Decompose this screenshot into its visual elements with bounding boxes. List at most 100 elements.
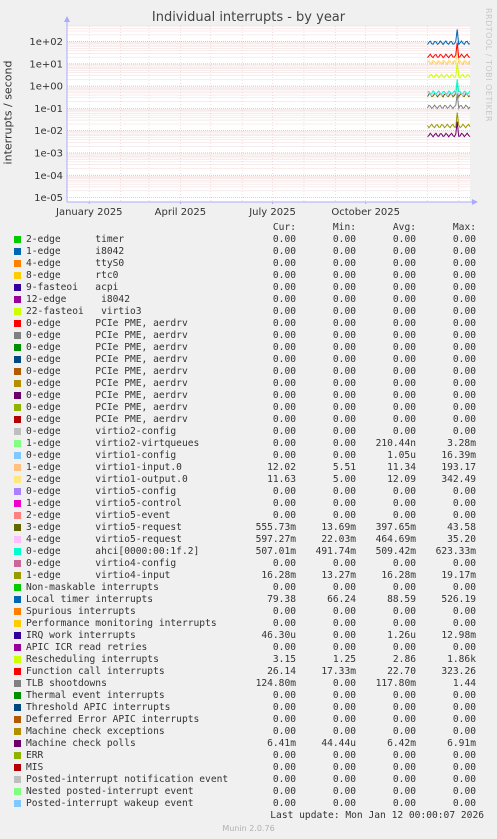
legend-row: ERR 0.00 0.00 0.00 0.00 — [0, 750, 497, 762]
legend-label: 22-fasteoi virtio3 — [26, 306, 142, 317]
legend-swatch — [14, 644, 21, 651]
legend-label: Thermal event interrupts — [26, 690, 165, 701]
legend-value-cur: 0.00 — [272, 702, 296, 713]
legend-label: 0-edge PCIe PME, aerdrv — [26, 330, 188, 341]
legend-swatch — [14, 476, 21, 483]
legend-swatch — [14, 620, 21, 627]
legend-swatch — [14, 548, 21, 555]
legend-value-avg: 0.00 — [392, 702, 416, 713]
legend-value-max: 0.00 — [452, 426, 476, 437]
legend-row: 0-edge PCIe PME, aerdrv 0.00 0.00 0.00 0.00 — [0, 330, 497, 342]
legend-value-cur: 0.00 — [272, 414, 296, 425]
legend-swatch — [14, 716, 21, 723]
legend-value-max: 0.00 — [452, 702, 476, 713]
legend-value-avg: 0.00 — [392, 606, 416, 617]
legend-row: 0-edge PCIe PME, aerdrv 0.00 0.00 0.00 0.00 — [0, 342, 497, 354]
legend-value-avg: 16.28m — [381, 570, 416, 581]
legend-row: Machine check exceptions 0.00 0.00 0.00 0.00 — [0, 726, 497, 738]
legend-value-cur: 555.73m — [255, 522, 296, 533]
legend-row: Local timer interrupts 79.38 66.24 88.59 526… — [0, 594, 497, 606]
legend-value-cur: 46.30u — [261, 630, 296, 641]
legend-swatch — [14, 392, 21, 399]
legend-value-cur: 0.00 — [272, 582, 296, 593]
legend-value-avg: 0.00 — [392, 330, 416, 341]
legend-swatch — [14, 368, 21, 375]
legend-value-cur: 0.00 — [272, 294, 296, 305]
legend-swatch — [14, 560, 21, 567]
legend-value-min: 0.00 — [332, 786, 356, 797]
legend-value-max: 0.00 — [452, 402, 476, 413]
legend-value-avg: 1.26u — [387, 630, 416, 641]
legend-label: 0-edge PCIe PME, aerdrv — [26, 366, 188, 377]
legend-value-avg: 0.00 — [392, 306, 416, 317]
legend-label: 0-edge virtio1-config — [26, 450, 177, 461]
legend-value-max: 0.00 — [452, 798, 476, 809]
legend-value-avg: 0.00 — [392, 510, 416, 521]
legend-value-avg: 0.00 — [392, 342, 416, 353]
legend-label: MIS — [26, 762, 44, 773]
legend-row: Spurious interrupts 0.00 0.00 0.00 0.00 — [0, 606, 497, 618]
legend-value-avg: 117.80m — [375, 678, 416, 689]
legend-swatch — [14, 536, 21, 543]
legend-value-cur: 124.80m — [255, 678, 296, 689]
legend-value-cur: 79.38 — [267, 594, 296, 605]
legend-value-cur: 16.28m — [261, 570, 296, 581]
legend-value-max: 0.00 — [452, 246, 476, 257]
x-tick-label: July 2025 — [248, 207, 296, 218]
legend-value-cur: 0.00 — [272, 282, 296, 293]
legend-value-min: 0.00 — [332, 294, 356, 305]
legend-value-cur: 26.14 — [267, 666, 296, 677]
legend-value-min: 44.44u — [321, 738, 356, 749]
legend-value-cur: 0.00 — [272, 450, 296, 461]
legend-value-cur: 3.15 — [272, 654, 296, 665]
legend-value-max: 6.91m — [447, 738, 476, 749]
legend-label: Spurious interrupts — [26, 606, 136, 617]
legend-label: 2-edge timer — [26, 234, 125, 245]
legend-row: 0-edge virtio2-config 0.00 0.00 0.00 0.00 — [0, 426, 497, 438]
legend-value-avg: 464.69m — [375, 534, 416, 545]
legend-value-avg: 0.00 — [392, 690, 416, 701]
legend-value-min: 0.00 — [332, 750, 356, 761]
legend-value-min: 0.00 — [332, 486, 356, 497]
legend-label: 1-edge virtio1-input.0 — [26, 462, 182, 473]
legend-value-avg: 6.42m — [387, 738, 416, 749]
legend-value-avg: 0.00 — [392, 354, 416, 365]
legend-value-cur: 0.00 — [272, 366, 296, 377]
legend-row: 2-edge timer 0.00 0.00 0.00 0.00 — [0, 234, 497, 246]
legend-label: TLB shootdowns — [26, 678, 107, 689]
legend-label: 0-edge ahci[0000:00:1f.2] — [26, 546, 200, 557]
legend-value-min: 0.00 — [332, 390, 356, 401]
legend-value-max: 342.49 — [441, 474, 476, 485]
legend-value-min: 0.00 — [332, 234, 356, 245]
column-header-avg: Avg: — [392, 222, 416, 233]
legend-swatch — [14, 260, 21, 267]
legend-value-cur: 0.00 — [272, 606, 296, 617]
legend-swatch — [14, 656, 21, 663]
legend-value-max: 3.28m — [447, 438, 476, 449]
legend-value-avg: 0.00 — [392, 378, 416, 389]
legend-value-min: 0.00 — [332, 630, 356, 641]
legend-value-min: 0.00 — [332, 366, 356, 377]
legend-value-max: 0.00 — [452, 726, 476, 737]
legend-label: 3-edge virtio5-request — [26, 522, 182, 533]
legend-value-min: 0.00 — [332, 258, 356, 269]
legend-swatch — [14, 776, 21, 783]
legend-row: 0-edge ahci[0000:00:1f.2] 507.01m 491.74m 5… — [0, 546, 497, 558]
legend-value-min: 0.00 — [332, 378, 356, 389]
legend-value-max: 0.00 — [452, 270, 476, 281]
legend-value-min: 5.00 — [332, 474, 356, 485]
legend-value-avg: 397.65m — [375, 522, 416, 533]
legend-value-max: 0.00 — [452, 258, 476, 269]
legend-value-cur: 0.00 — [272, 750, 296, 761]
legend-value-cur: 0.00 — [272, 234, 296, 245]
legend-value-min: 0.00 — [332, 762, 356, 773]
legend-value-cur: 0.00 — [272, 246, 296, 257]
legend-value-avg: 0.00 — [392, 270, 416, 281]
legend-label: Function call interrupts — [26, 666, 165, 677]
legend-row: Rescheduling interrupts 3.15 1.25 2.86 1.86k — [0, 654, 497, 666]
legend-row: Machine check polls 6.41m 44.44u 6.42m 6.91m — [0, 738, 497, 750]
legend-value-min: 1.25 — [332, 654, 356, 665]
legend-value-cur: 0.00 — [272, 438, 296, 449]
legend-row: 1-edge i8042 0.00 0.00 0.00 0.00 — [0, 246, 497, 258]
legend-swatch — [14, 596, 21, 603]
